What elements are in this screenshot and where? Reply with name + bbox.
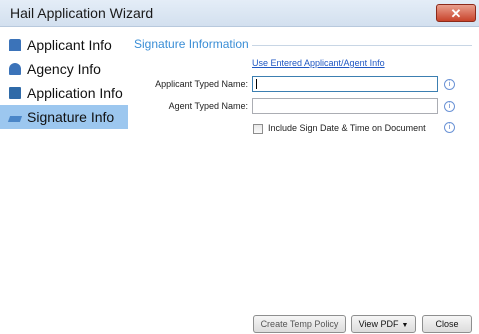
include-sign-date-label: Include Sign Date & Time on Document <box>268 123 426 133</box>
nav-item-applicant-info[interactable]: Applicant Info <box>0 33 128 57</box>
pen-icon <box>7 116 23 122</box>
window-title: Hail Application Wizard <box>10 5 154 21</box>
building-icon <box>9 39 21 51</box>
use-entered-info-link[interactable]: Use Entered Applicant/Agent Info <box>252 58 385 68</box>
nav-item-label: Agency Info <box>27 61 101 77</box>
nav-item-agency-info[interactable]: Agency Info <box>0 57 128 81</box>
close-button[interactable]: ✕ <box>436 4 476 22</box>
document-icon <box>9 87 21 99</box>
applicant-typed-name-input[interactable] <box>252 76 438 92</box>
close-icon: ✕ <box>450 6 462 21</box>
view-pdf-button[interactable]: View PDF ▼ <box>351 315 416 333</box>
person-icon <box>9 63 21 75</box>
info-glyph: i <box>448 81 451 88</box>
nav-item-label: Applicant Info <box>27 37 112 53</box>
agent-info-icon[interactable]: i <box>444 101 455 112</box>
include-sign-date-checkbox[interactable] <box>253 124 263 134</box>
close-dialog-button[interactable]: Close <box>422 315 472 333</box>
nav-item-application-info[interactable]: Application Info <box>0 81 128 105</box>
nav-item-label: Application Info <box>27 85 123 101</box>
section-title: Signature Information <box>134 37 249 51</box>
agent-typed-name-input[interactable] <box>252 98 438 114</box>
agent-typed-name-label: Agent Typed Name: <box>168 101 248 111</box>
include-date-info-icon[interactable]: i <box>444 122 455 133</box>
create-temp-policy-button[interactable]: Create Temp Policy <box>253 315 346 333</box>
nav-item-label: Signature Info <box>27 109 115 125</box>
applicant-typed-name-label: Applicant Typed Name: <box>155 79 248 89</box>
text-caret <box>256 79 257 89</box>
info-glyph: i <box>448 124 451 131</box>
section-divider <box>252 45 472 46</box>
applicant-info-icon[interactable]: i <box>444 79 455 90</box>
info-glyph: i <box>448 103 451 110</box>
title-bar: Hail Application Wizard ✕ <box>0 0 479 27</box>
view-pdf-label: View PDF <box>358 319 399 329</box>
nav-item-signature-info[interactable]: Signature Info <box>0 105 128 129</box>
wizard-nav: Applicant Info Agency Info Application I… <box>0 33 128 129</box>
chevron-down-icon: ▼ <box>401 322 409 329</box>
